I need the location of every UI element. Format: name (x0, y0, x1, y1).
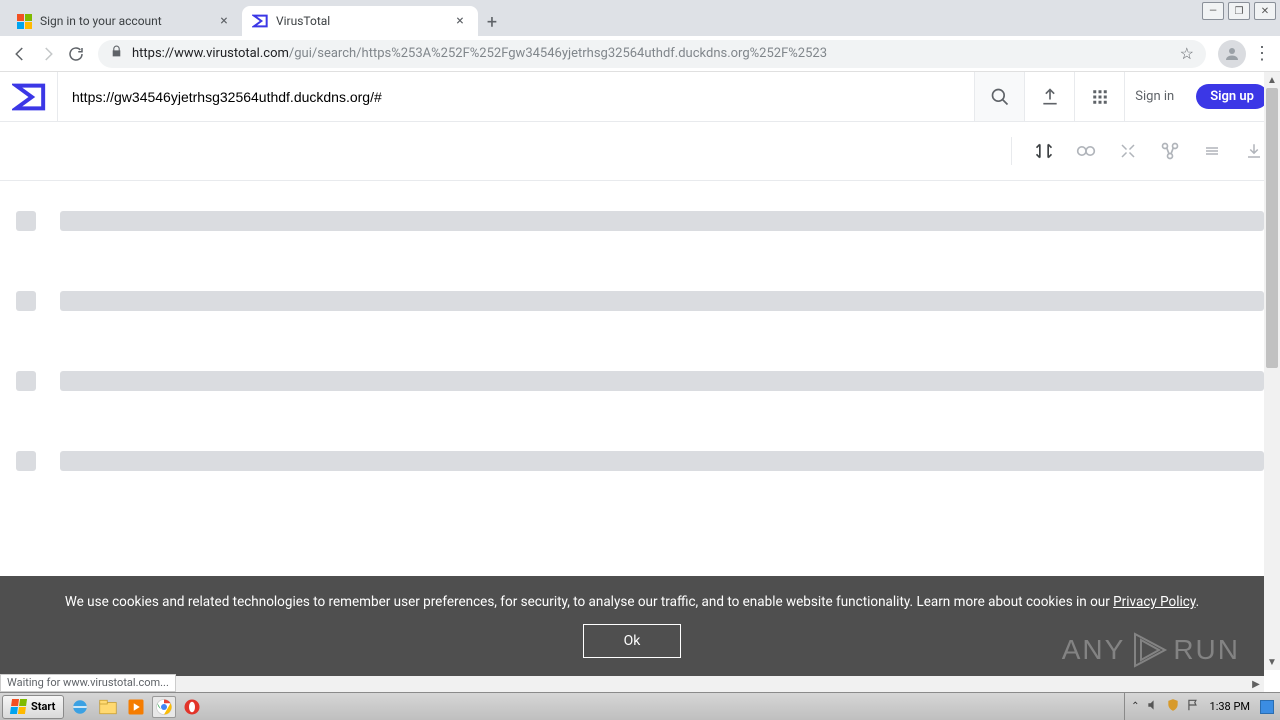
tool-relations-icon[interactable] (1074, 139, 1098, 163)
vt-apps-button[interactable] (1074, 72, 1124, 121)
scroll-thumb[interactable] (1266, 88, 1278, 368)
address-bar[interactable]: https://www.virustotal.com/gui/search/ht… (98, 40, 1206, 68)
system-tray: ⌃ 1:38 PM (1124, 693, 1280, 720)
start-label: Start (31, 700, 55, 713)
nav-reload-button[interactable] (62, 40, 90, 68)
anyrun-text-b: RUN (1173, 634, 1240, 666)
cookie-text-after: . (1196, 594, 1200, 610)
window-maximize-icon[interactable]: ❐ (1228, 2, 1250, 20)
taskbar-media-icon[interactable] (124, 696, 148, 718)
tool-expand-icon[interactable] (1116, 139, 1140, 163)
taskbar-chrome-icon[interactable] (152, 696, 176, 718)
cookie-text: We use cookies and related technologies … (65, 594, 1113, 610)
taskbar-ie-icon[interactable] (68, 696, 92, 718)
skeleton-row (16, 291, 1264, 311)
vertical-scrollbar[interactable]: ▲ ▼ (1264, 72, 1280, 670)
tray-flag-icon[interactable] (1186, 698, 1200, 715)
ms-favicon-icon (16, 13, 32, 29)
taskbar-opera-icon[interactable] (180, 696, 204, 718)
tray-show-desktop[interactable] (1260, 700, 1274, 714)
new-tab-button[interactable]: + (478, 8, 506, 36)
nav-forward-button[interactable] (34, 40, 62, 68)
windows-logo-icon (11, 699, 27, 715)
vt-header: Sign in Sign up (0, 72, 1280, 122)
tab-close-icon[interactable]: × (452, 13, 468, 29)
tab-close-icon[interactable]: × (216, 13, 232, 29)
url-host: https://www.virustotal.com (132, 46, 289, 61)
lock-icon (110, 45, 124, 62)
nav-back-button[interactable] (6, 40, 34, 68)
profile-avatar-icon[interactable] (1218, 40, 1246, 68)
browser-menu-icon[interactable]: ⋮ (1250, 43, 1274, 64)
url-path: /gui/search/https%253A%252F%252Fgw34546y… (289, 46, 827, 61)
scroll-down-icon[interactable]: ▼ (1264, 654, 1280, 670)
browser-toolbar: https://www.virustotal.com/gui/search/ht… (0, 36, 1280, 72)
windows-taskbar: Start ⌃ 1:38 PM (0, 692, 1280, 720)
vt-signin-link[interactable]: Sign in (1124, 72, 1184, 121)
tool-graph-icon[interactable] (1158, 139, 1182, 163)
skeleton-content (0, 181, 1280, 471)
vt-search-input[interactable] (72, 89, 960, 105)
vt-favicon-icon (252, 13, 268, 29)
skeleton-row (16, 211, 1264, 231)
browser-tab-inactive[interactable]: Sign in to your account × (6, 6, 242, 36)
horizontal-scrollbar[interactable]: ▶ (0, 676, 1264, 692)
anyrun-watermark: ANY RUN (1062, 630, 1240, 670)
tool-summary-icon[interactable] (1032, 139, 1056, 163)
play-icon (1129, 630, 1169, 670)
window-minimize-icon[interactable]: — (1202, 2, 1224, 20)
vt-toolrow (0, 122, 1280, 180)
vt-upload-button[interactable] (1024, 72, 1074, 121)
taskbar-explorer-icon[interactable] (96, 696, 120, 718)
vt-search-button[interactable] (974, 72, 1024, 121)
privacy-policy-link[interactable]: Privacy Policy (1113, 594, 1195, 610)
tool-settings-icon[interactable] (1200, 139, 1224, 163)
tab-title: VirusTotal (276, 14, 452, 28)
anyrun-text-a: ANY (1062, 634, 1126, 666)
tray-expand-icon[interactable]: ⌃ (1131, 701, 1139, 712)
scroll-right-icon[interactable]: ▶ (1248, 676, 1264, 692)
tray-shield-icon[interactable] (1166, 698, 1180, 715)
hscroll-track[interactable] (0, 676, 1248, 692)
browser-tabstrip: Sign in to your account × VirusTotal × +… (0, 0, 1280, 36)
skeleton-row (16, 451, 1264, 471)
tray-clock[interactable]: 1:38 PM (1206, 700, 1254, 713)
vt-search-field[interactable] (58, 72, 974, 121)
cookie-ok-button[interactable]: Ok (583, 624, 682, 658)
tab-title: Sign in to your account (40, 14, 216, 28)
skeleton-row (16, 371, 1264, 391)
bookmark-star-icon[interactable]: ☆ (1180, 44, 1194, 63)
window-close-icon[interactable]: ✕ (1254, 2, 1276, 20)
vt-signup-button[interactable]: Sign up (1196, 84, 1268, 109)
tool-download-icon[interactable] (1242, 139, 1266, 163)
cookie-banner: We use cookies and related technologies … (0, 576, 1264, 676)
tray-volume-icon[interactable] (1146, 698, 1160, 715)
start-button[interactable]: Start (2, 695, 64, 719)
vt-logo-icon[interactable] (0, 72, 58, 121)
browser-status-text: Waiting for www.virustotal.com... (0, 674, 176, 692)
tool-divider (1011, 137, 1012, 165)
scroll-up-icon[interactable]: ▲ (1264, 72, 1280, 88)
browser-tab-active[interactable]: VirusTotal × (242, 6, 478, 36)
